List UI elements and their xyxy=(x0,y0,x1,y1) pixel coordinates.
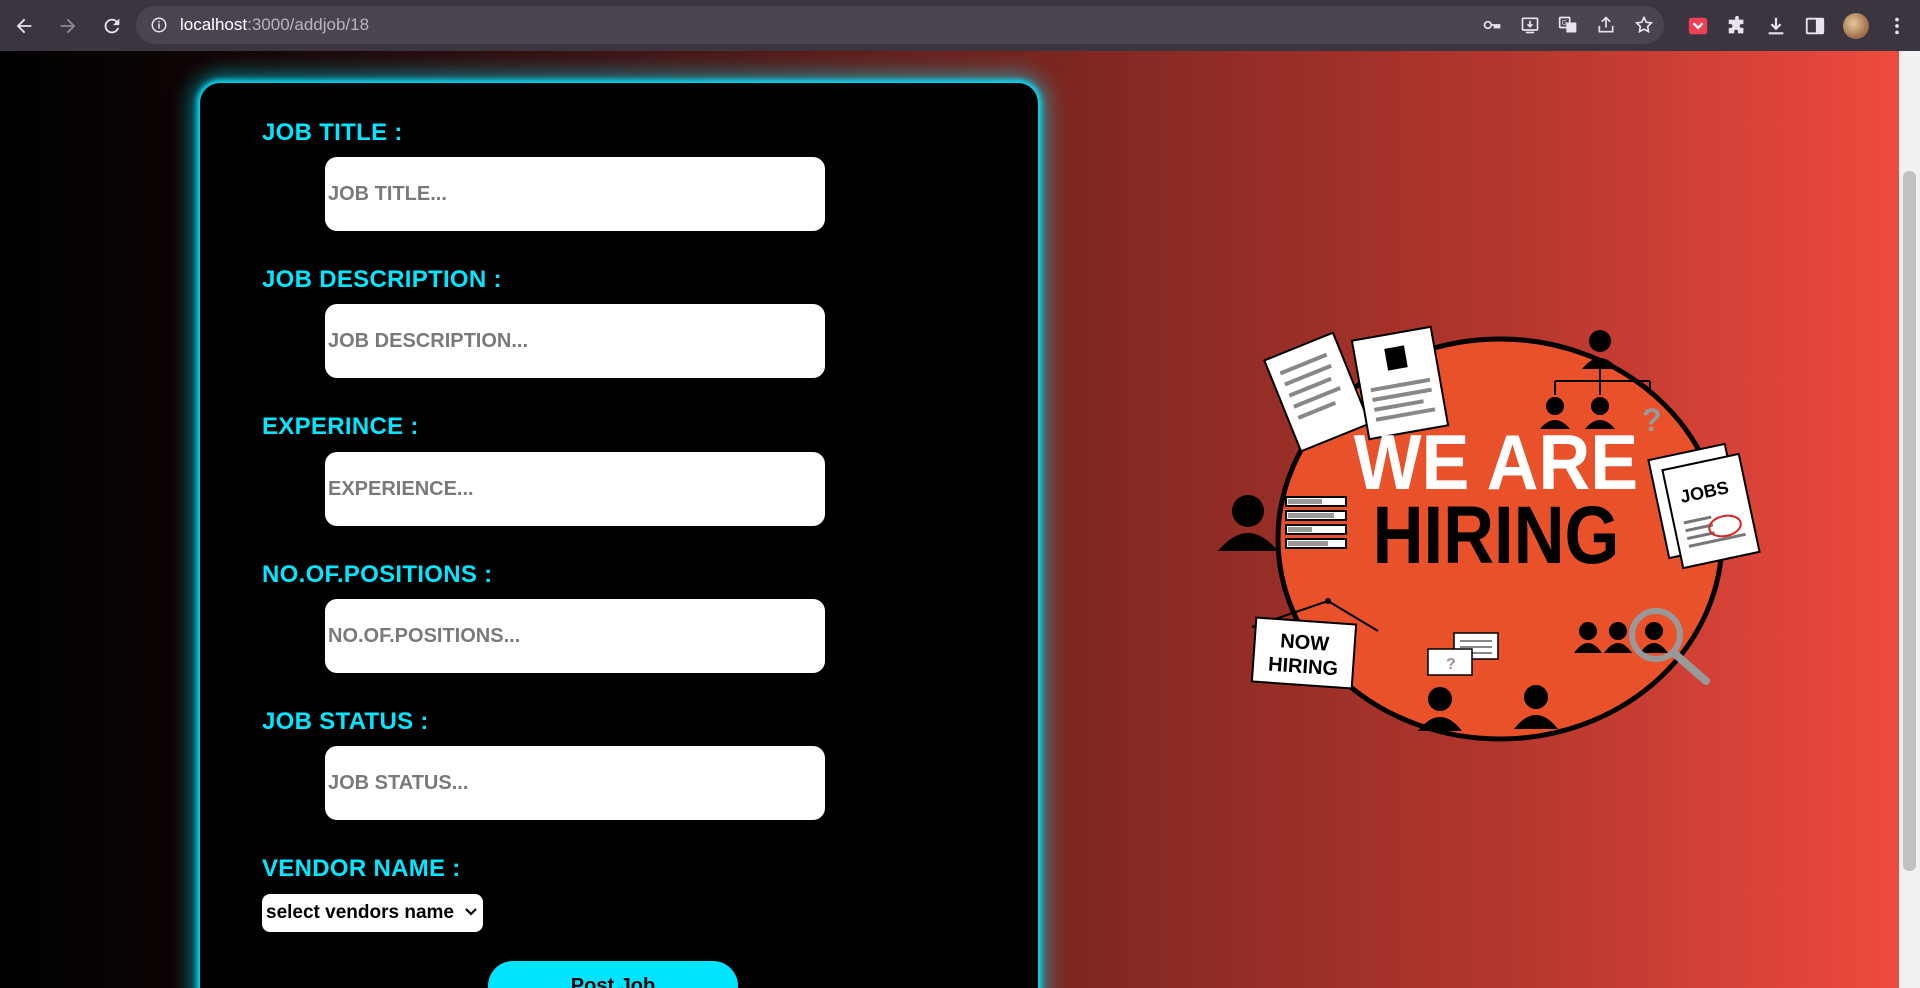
forward-button[interactable] xyxy=(48,6,88,46)
forward-arrow-icon xyxy=(60,18,76,33)
job-description-label: JOB DESCRIPTION : xyxy=(262,266,502,293)
page-scrollbar[interactable] xyxy=(1899,51,1920,988)
job-description-input[interactable] xyxy=(325,304,825,378)
star-icon[interactable] xyxy=(1634,15,1654,35)
address-bar[interactable]: localhost:3000/addjob/18 G xyxy=(136,6,1664,44)
install-app-icon[interactable] xyxy=(1520,15,1540,35)
downloads-icon[interactable] xyxy=(1765,15,1787,37)
address-bar-actions: G xyxy=(1482,6,1654,44)
vendor-name-label: VENDOR NAME : xyxy=(262,855,461,882)
job-status-label: JOB STATUS : xyxy=(262,708,429,735)
info-icon[interactable] xyxy=(150,16,168,34)
back-button[interactable] xyxy=(4,6,44,46)
pocket-extension-icon[interactable] xyxy=(1687,15,1709,37)
post-job-button[interactable]: Post Job xyxy=(488,961,738,988)
key-icon[interactable] xyxy=(1482,15,1502,35)
url-host: localhost xyxy=(180,15,248,34)
vendor-select-value: select vendors name xyxy=(266,902,454,923)
reload-icon xyxy=(104,18,120,33)
url-path: :3000/addjob/18 xyxy=(247,15,370,34)
job-title-input[interactable] xyxy=(325,157,825,231)
headline-line2: HIRING xyxy=(1373,490,1620,581)
side-panel-icon[interactable] xyxy=(1804,15,1826,37)
translate-icon[interactable]: G xyxy=(1558,15,1578,35)
vendor-select[interactable]: select vendors name xyxy=(262,894,483,932)
svg-text:?: ? xyxy=(1642,402,1662,438)
job-status-input[interactable] xyxy=(325,746,825,820)
profile-avatar[interactable] xyxy=(1843,12,1869,39)
sign-line1: NOW xyxy=(1280,630,1330,655)
svg-text:?: ? xyxy=(1446,656,1456,673)
share-icon[interactable] xyxy=(1596,15,1616,35)
url-text: localhost:3000/addjob/18 xyxy=(180,15,369,35)
scrollbar-thumb[interactable] xyxy=(1903,171,1916,871)
chevron-down-icon xyxy=(465,908,477,916)
extensions-area xyxy=(1687,0,1908,51)
positions-input[interactable] xyxy=(325,599,825,673)
job-title-label: JOB TITLE : xyxy=(262,119,403,146)
experience-label: EXPERINCE : xyxy=(262,413,419,440)
back-arrow-icon xyxy=(16,18,32,33)
add-job-form: JOB TITLE : JOB DESCRIPTION : EXPERINCE … xyxy=(200,83,1038,988)
we-are-hiring-illustration: ? WE ARE HIRING JOBS NOW HIRING ? xyxy=(1218,325,1761,742)
browser-toolbar: localhost:3000/addjob/18 G xyxy=(0,0,1920,51)
page-viewport: JOB TITLE : JOB DESCRIPTION : EXPERINCE … xyxy=(0,51,1899,988)
menu-kebab-icon[interactable] xyxy=(1886,15,1908,37)
experience-input[interactable] xyxy=(325,452,825,526)
extensions-puzzle-icon[interactable] xyxy=(1726,15,1748,37)
svg-text:G: G xyxy=(1562,19,1567,27)
reload-button[interactable] xyxy=(92,6,132,46)
positions-label: NO.OF.POSITIONS : xyxy=(262,561,493,588)
